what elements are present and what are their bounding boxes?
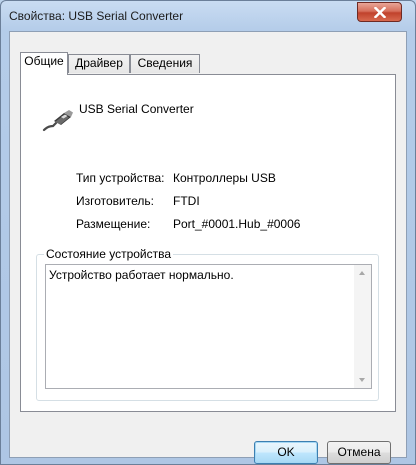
device-type-value: Контроллеры USB [173, 171, 276, 185]
scroll-down-arrow-icon[interactable] [359, 378, 365, 382]
tab-driver-label: Драйвер [75, 56, 123, 70]
tab-details-label: Сведения [137, 56, 193, 70]
manufacturer-label: Изготовитель: [76, 194, 154, 208]
window-title: Свойства: USB Serial Converter [9, 9, 184, 23]
usb-connector-icon [42, 110, 73, 132]
manufacturer-value: FTDI [173, 194, 200, 208]
status-scrollbar[interactable] [354, 265, 371, 388]
device-status-group: Состояние устройства Устройство работает… [36, 247, 379, 401]
device-name: USB Serial Converter [79, 102, 194, 116]
scroll-up-arrow-icon[interactable] [359, 271, 365, 275]
close-button[interactable] [357, 2, 402, 22]
cancel-button[interactable]: Отмена [327, 441, 391, 464]
device-status-textbox[interactable]: Устройство работает нормально. [45, 264, 372, 389]
device-status-legend: Состояние устройства [44, 247, 174, 261]
tab-general[interactable]: Общие [20, 52, 68, 75]
tab-driver[interactable]: Драйвер [68, 54, 130, 73]
ok-button[interactable]: OK [254, 441, 318, 464]
dialog-client-area: Общие Драйвер Сведения USB Serial Conver… [9, 31, 407, 464]
location-label: Размещение: [76, 217, 151, 231]
properties-dialog: Свойства: USB Serial Converter Общие Дра… [0, 0, 416, 465]
title-bar[interactable]: Свойства: USB Serial Converter [1, 1, 415, 31]
tab-details[interactable]: Сведения [130, 54, 200, 73]
device-status-text: Устройство работает нормально. [49, 268, 234, 282]
close-icon [373, 6, 386, 18]
general-tab-panel: USB Serial Converter Тип устройства: Кон… [20, 74, 396, 412]
location-value: Port_#0001.Hub_#0006 [173, 217, 301, 231]
device-type-label: Тип устройства: [76, 171, 165, 185]
tab-general-label: Общие [24, 54, 64, 68]
